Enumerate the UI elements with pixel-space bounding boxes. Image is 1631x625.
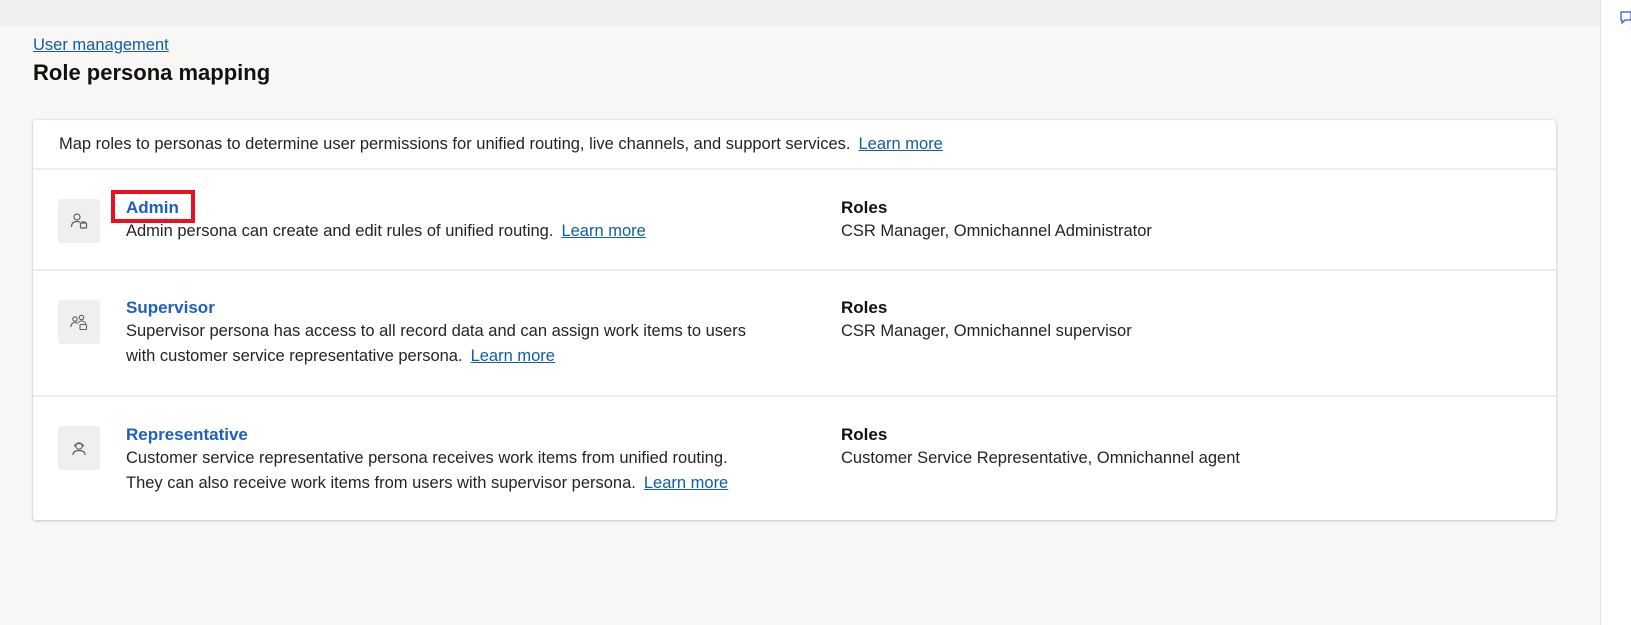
breadcrumb-user-management[interactable]: User management (33, 36, 169, 55)
page-title: Role persona mapping (33, 60, 271, 85)
admin-person-icon (58, 199, 100, 243)
card-intro: Map roles to personas to determine user … (33, 120, 1556, 170)
intro-text: Map roles to personas to determine user … (59, 134, 851, 153)
persona-row-supervisor: Supervisor Supervisor persona has access… (33, 271, 1556, 397)
roles-value-representative: Customer Service Representative, Omnicha… (841, 449, 1240, 467)
roles-value-admin: CSR Manager, Omnichannel Administrator (841, 222, 1152, 240)
admin-learn-more-link[interactable]: Learn more (561, 222, 645, 240)
roles-label: Roles (841, 298, 888, 317)
persona-description-admin: Admin persona can create and edit rules … (126, 219, 786, 244)
persona-row-representative: Representative Customer service represen… (33, 397, 1556, 520)
headset-person-icon (58, 426, 100, 470)
persona-name-supervisor[interactable]: Supervisor (126, 298, 215, 318)
persona-description-supervisor: Supervisor persona has access to all rec… (126, 319, 786, 369)
feedback-icon[interactable] (1620, 11, 1631, 25)
right-side-panel (1600, 0, 1631, 625)
persona-row-admin: Admin Admin persona can create and edit … (33, 170, 1556, 271)
persona-description-line: with customer service representative per… (126, 347, 463, 365)
top-bar (0, 0, 1600, 26)
intro-learn-more-link[interactable]: Learn more (858, 135, 942, 154)
persona-name-representative[interactable]: Representative (126, 425, 248, 445)
persona-name-admin[interactable]: Admin (126, 198, 179, 218)
supervisor-learn-more-link[interactable]: Learn more (471, 347, 555, 365)
supervisor-people-icon (58, 300, 100, 344)
roles-label: Roles (841, 198, 888, 217)
persona-description-line: Customer service representative persona … (126, 449, 728, 467)
representative-learn-more-link[interactable]: Learn more (644, 474, 728, 492)
persona-description-representative: Customer service representative persona … (126, 446, 786, 496)
persona-description-text: Admin persona can create and edit rules … (126, 222, 554, 240)
roles-value-supervisor: CSR Manager, Omnichannel supervisor (841, 322, 1132, 340)
persona-description-line: They can also receive work items from us… (126, 474, 636, 492)
roles-label: Roles (841, 425, 888, 444)
persona-description-line: Supervisor persona has access to all rec… (126, 322, 746, 340)
persona-mapping-card: Map roles to personas to determine user … (33, 120, 1556, 520)
